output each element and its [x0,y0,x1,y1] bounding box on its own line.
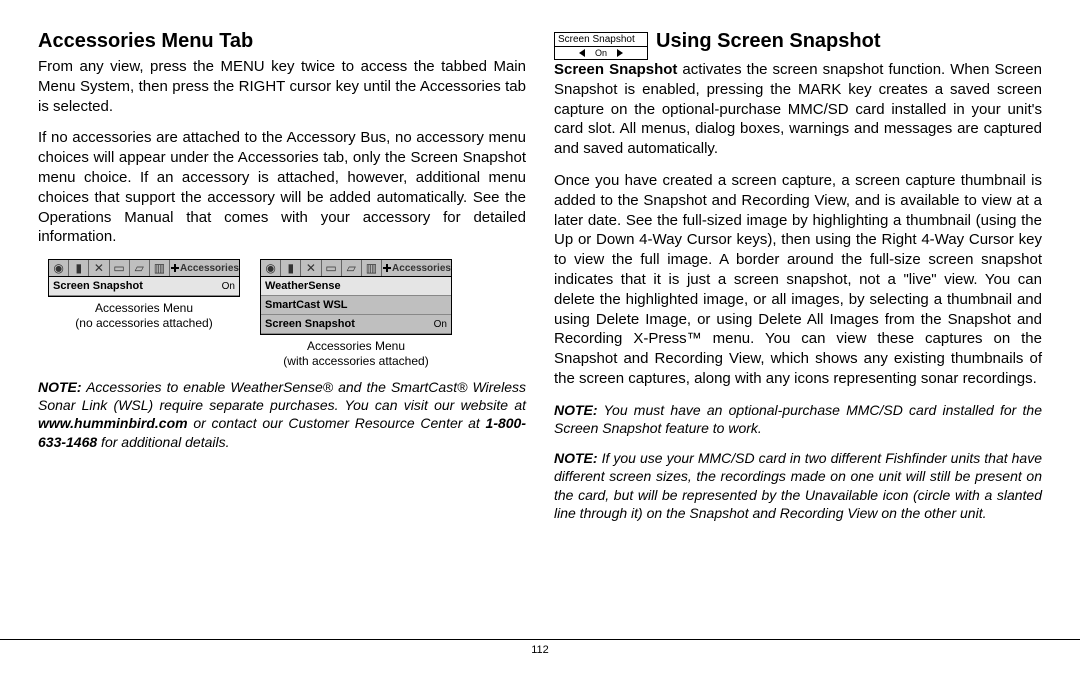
screen-snapshot-mini: Screen Snapshot On [554,32,648,60]
arrow-left-icon [579,49,585,57]
left-note: NOTE: Accessories to enable WeatherSense… [38,378,526,451]
tab-icon: ✕ [301,260,321,276]
menu-row-label: Screen Snapshot [265,318,355,330]
figure-caption: Accessories Menu (no accessories attache… [48,301,240,330]
caption-line: (with accessories attached) [283,354,428,368]
tab-icon: ▭ [110,260,130,276]
menu-row-value: On [434,319,447,330]
tab-icon: ◉ [49,260,69,276]
menu-row-label: Screen Snapshot [53,280,143,292]
tab-icon: ▱ [130,260,150,276]
tab-icon: ▥ [150,260,170,276]
tab-label: Accessories [392,263,451,274]
tab-label: Accessories [180,263,239,274]
plus-icon [382,263,392,273]
note-label: NOTE: [554,402,598,418]
note-text: If you use your MMC/SD card in two diffe… [554,450,1042,521]
right-p1-lead: Screen Snapshot [554,61,677,78]
right-note-1: NOTE: You must have an optional-purchase… [554,401,1042,437]
tab-icon: ✕ [89,260,109,276]
menu-row-weathersense: WeatherSense [261,277,451,296]
note-url: www.humminbird.com [38,415,188,431]
right-column: Screen Snapshot On Using Screen Snapshot… [554,30,1042,629]
menu-row-screen-snapshot: Screen Snapshot On [49,277,239,296]
menu-row-label: WeatherSense [265,280,341,292]
right-para-2: Once you have created a screen capture, … [554,171,1042,389]
right-note-2: NOTE: If you use your MMC/SD card in two… [554,449,1042,522]
arrow-right-icon [617,49,623,57]
note-text: or contact our Customer Resource Center … [188,415,486,431]
right-para-1: Screen Snapshot activates the screen sna… [554,60,1042,159]
menu-tabbar: ◉ ▮ ✕ ▭ ▱ ▥ Accessories [49,260,239,277]
caption-line: Accessories Menu [95,301,193,315]
tab-icon: ▱ [342,260,362,276]
left-para-1: From any view, press the MENU key twice … [38,57,526,116]
figures-row: ◉ ▮ ✕ ▭ ▱ ▥ Accessories Screen Snapshot … [48,259,526,368]
menu-row-value: On [222,281,235,292]
menu-row-label: SmartCast WSL [265,299,348,311]
note-label: NOTE: [554,450,598,466]
menu-box-2: ◉ ▮ ✕ ▭ ▱ ▥ Accessories WeatherSense Sma… [260,259,452,335]
tab-icon: ▥ [362,260,382,276]
note-text: for additional details. [97,434,229,450]
menu-box-1: ◉ ▮ ✕ ▭ ▱ ▥ Accessories Screen Snapshot … [48,259,240,297]
accessories-tab: Accessories [170,260,239,276]
accessories-tab: Accessories [382,260,451,276]
using-screen-snapshot-heading: Using Screen Snapshot [656,30,881,53]
note-text: You must have an optional-purchase MMC/S… [554,402,1042,436]
note-text: Accessories to enable WeatherSense® and … [38,379,526,413]
tab-icon: ▮ [69,260,89,276]
caption-line: Accessories Menu [307,339,405,353]
note-label: NOTE: [38,379,82,395]
tab-icon: ◉ [261,260,281,276]
accessories-heading: Accessories Menu Tab [38,30,526,53]
figure-caption: Accessories Menu (with accessories attac… [260,339,452,368]
mini-control: On [554,47,648,60]
menu-tabbar: ◉ ▮ ✕ ▭ ▱ ▥ Accessories [261,260,451,277]
figure-no-accessories: ◉ ▮ ✕ ▭ ▱ ▥ Accessories Screen Snapshot … [48,259,240,330]
left-para-2: If no accessories are attached to the Ac… [38,128,526,247]
page-number: 112 [0,640,1080,656]
caption-line: (no accessories attached) [75,316,212,330]
menu-row-screen-snapshot: Screen Snapshot On [261,315,451,334]
tab-icon: ▮ [281,260,301,276]
figure-with-accessories: ◉ ▮ ✕ ▭ ▱ ▥ Accessories WeatherSense Sma… [260,259,452,368]
menu-row-smartcast: SmartCast WSL [261,296,451,315]
left-column: Accessories Menu Tab From any view, pres… [38,30,526,629]
tab-icon: ▭ [322,260,342,276]
mini-value: On [595,48,607,58]
plus-icon [170,263,180,273]
mini-title: Screen Snapshot [554,32,648,47]
